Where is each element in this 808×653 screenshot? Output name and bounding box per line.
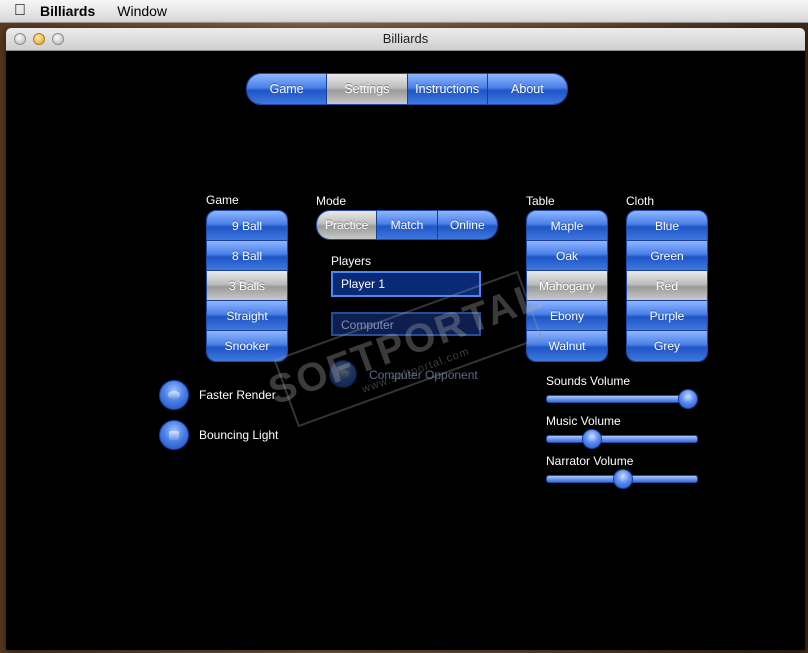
title-bar: Billiards: [6, 28, 805, 51]
menu-app-name[interactable]: Billiards: [40, 3, 95, 19]
tab-instructions[interactable]: Instructions: [407, 74, 488, 104]
table-option-maple[interactable]: Maple: [527, 211, 607, 241]
faster-render-label: Faster Render: [199, 388, 276, 402]
music-volume-knob[interactable]: [581, 429, 602, 449]
mode-online[interactable]: Online: [437, 211, 497, 239]
bouncing-light-label: Bouncing Light: [199, 428, 279, 442]
table-heading: Table: [526, 194, 555, 208]
game-selector: 9 Ball 8 Ball 3 Balls Straight Snooker: [206, 210, 288, 362]
tab-game[interactable]: Game: [247, 74, 328, 104]
apple-icon[interactable]: : [0, 2, 40, 20]
cloth-heading: Cloth: [626, 194, 655, 208]
table-option-oak[interactable]: Oak: [527, 241, 607, 271]
cloth-selector: Blue Green Red Purple Grey: [626, 210, 708, 362]
narrator-volume-knob[interactable]: [613, 469, 633, 489]
toggle-indicator-icon: [169, 430, 179, 440]
game-heading: Game: [206, 193, 239, 207]
main-tab-bar: Game Settings Instructions About: [246, 73, 568, 105]
mode-selector: Practice Match Online: [316, 210, 498, 240]
game-option-3-balls[interactable]: 3 Balls: [207, 271, 287, 301]
game-option-straight[interactable]: Straight: [207, 301, 287, 331]
settings-panel: Game Settings Instructions About Game 9 …: [6, 51, 805, 650]
zoom-button[interactable]: [52, 33, 64, 45]
music-volume-label: Music Volume: [546, 414, 621, 428]
cloth-option-green[interactable]: Green: [627, 241, 707, 271]
window-controls: [14, 33, 64, 45]
toggle-indicator-icon: [168, 391, 180, 399]
cloth-option-red[interactable]: Red: [627, 271, 707, 301]
sounds-volume-slider[interactable]: [546, 389, 698, 409]
tab-settings[interactable]: Settings: [327, 74, 408, 104]
narrator-volume-label: Narrator Volume: [546, 454, 634, 468]
mode-practice[interactable]: Practice: [317, 211, 378, 239]
menu-window[interactable]: Window: [117, 3, 167, 19]
bouncing-light-toggle[interactable]: [159, 420, 189, 450]
narrator-volume-slider[interactable]: [546, 469, 698, 489]
game-option-snooker[interactable]: Snooker: [207, 331, 287, 361]
sounds-volume-label: Sounds Volume: [546, 374, 631, 388]
cloth-option-grey[interactable]: Grey: [627, 331, 707, 361]
minimize-button[interactable]: [33, 33, 45, 45]
menubar:  Billiards Window: [0, 0, 808, 23]
game-option-9-ball[interactable]: 9 Ball: [207, 211, 287, 241]
faster-render-toggle[interactable]: [159, 380, 189, 410]
window-title: Billiards: [382, 31, 429, 46]
mode-heading: Mode: [316, 194, 347, 208]
music-volume-slider[interactable]: [546, 429, 698, 449]
sounds-volume-knob[interactable]: [677, 389, 698, 409]
app-window: Billiards Game Settings Instructions Abo…: [6, 28, 805, 650]
game-option-8-ball[interactable]: 8 Ball: [207, 241, 287, 271]
cloth-option-blue[interactable]: Blue: [627, 211, 707, 241]
mode-match[interactable]: Match: [377, 211, 438, 239]
cloth-option-purple[interactable]: Purple: [627, 301, 707, 331]
tab-about[interactable]: About: [487, 74, 567, 104]
players-heading: Players: [331, 254, 372, 268]
close-button[interactable]: [14, 33, 26, 45]
